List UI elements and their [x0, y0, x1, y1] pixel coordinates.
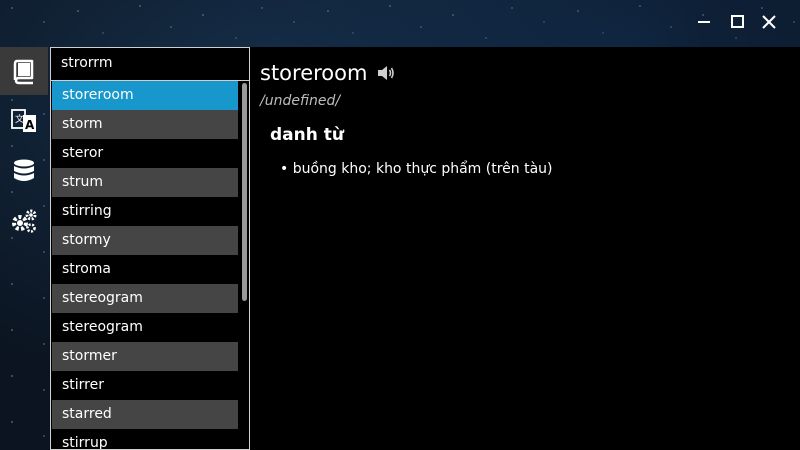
- svg-text:A: A: [25, 118, 35, 132]
- title-bar: [0, 0, 800, 47]
- translate-icon: 文 A: [11, 109, 36, 132]
- minimize-icon: [698, 21, 710, 23]
- suggestion-item[interactable]: stereogram: [52, 313, 238, 342]
- minimize-button[interactable]: [692, 10, 716, 34]
- maximize-icon: [730, 15, 744, 28]
- suggestion-item[interactable]: storm: [52, 110, 238, 139]
- suggestion-item[interactable]: stormer: [52, 342, 238, 371]
- suggestion-item[interactable]: steror: [52, 139, 238, 168]
- sidebar-item-settings[interactable]: [0, 197, 48, 245]
- database-icon: [14, 159, 34, 181]
- suggestion-item[interactable]: stirring: [52, 197, 238, 226]
- suggestion-items: storeroom storm steror strum stirring stormy s…: [51, 81, 249, 449]
- sidebar: 文 A: [0, 47, 48, 450]
- svg-text:文: 文: [15, 113, 24, 125]
- suggestion-item[interactable]: strum: [52, 168, 238, 197]
- suggestion-item[interactable]: stirrer: [52, 371, 238, 400]
- scrollbar[interactable]: [241, 83, 247, 447]
- settings-gears-icon: [12, 209, 37, 233]
- book-icon: [13, 59, 34, 85]
- sidebar-item-database[interactable]: [0, 147, 48, 195]
- suggestion-item[interactable]: stormy: [52, 226, 238, 255]
- part-of-speech: danh từ: [270, 125, 344, 145]
- pronunciation: /undefined/: [260, 93, 341, 109]
- sidebar-item-dictionary[interactable]: [0, 47, 48, 95]
- close-button[interactable]: [757, 10, 781, 34]
- suggestion-item[interactable]: stirrup: [52, 429, 238, 449]
- search-box: [50, 47, 250, 81]
- suggestion-item[interactable]: stereogram: [52, 284, 238, 313]
- headword-row: storeroom: [260, 61, 397, 85]
- definition-panel: storeroom /undefined/ danh từ • buồng kh…: [250, 47, 800, 450]
- maximize-button[interactable]: [725, 10, 749, 34]
- suggestion-list: storeroom storm steror strum stirring stormy s…: [50, 80, 250, 450]
- sidebar-item-translate[interactable]: 文 A: [0, 97, 48, 145]
- suggestion-item[interactable]: starred: [52, 400, 238, 429]
- suggestion-item[interactable]: stroma: [52, 255, 238, 284]
- scroll-thumb[interactable]: [242, 83, 247, 301]
- headword: storeroom: [260, 61, 368, 85]
- meaning-item: • buồng kho; kho thực phẩm (trên tàu): [280, 161, 553, 177]
- suggestion-item[interactable]: storeroom: [52, 81, 238, 110]
- speaker-icon[interactable]: [375, 62, 397, 84]
- close-icon: [762, 15, 776, 29]
- search-input[interactable]: [61, 55, 239, 71]
